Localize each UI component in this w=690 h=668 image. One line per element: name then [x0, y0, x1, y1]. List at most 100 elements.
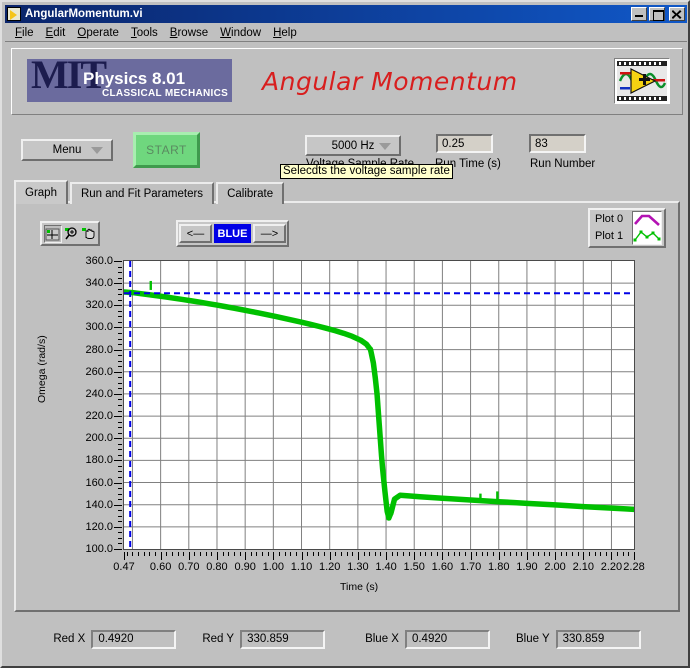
y-minor-tick	[118, 294, 122, 296]
x-minor-tick	[617, 552, 619, 556]
x-minor-tick	[324, 552, 326, 556]
y-tick-mark	[114, 261, 122, 262]
cursor-next-button[interactable]: —>	[253, 224, 286, 243]
blue-x-value[interactable]: 0.4920	[404, 629, 490, 649]
x-minor-tick	[318, 552, 320, 556]
y-tick-label: 180.0	[85, 454, 113, 467]
x-tick-label: 1.60	[431, 561, 454, 573]
y-minor-tick	[118, 399, 122, 401]
y-minor-tick	[118, 388, 122, 390]
x-tick-mark	[470, 552, 472, 560]
x-minor-tick	[369, 552, 371, 556]
run-time-value: 0.25	[442, 137, 465, 150]
menu-bar: FFileile Edit Operate Tools Browse Windo…	[5, 25, 687, 42]
y-tick-mark	[114, 327, 122, 329]
x-minor-tick	[290, 552, 292, 556]
x-axis: 0.47 0.60 0.70 0.80 0.90 1.00 1.10 1.20 1.30 1.40…	[40, 551, 658, 581]
red-x-value[interactable]: 0.4920	[91, 629, 177, 649]
x-minor-tick	[566, 552, 568, 556]
x-minor-tick	[250, 552, 252, 556]
red-y-value[interactable]: 330.859	[240, 629, 326, 649]
y-tick-mark	[114, 416, 122, 418]
y-minor-tick	[118, 355, 122, 357]
y-tick-label: 160.0	[85, 476, 113, 489]
x-minor-tick	[380, 552, 382, 556]
x-minor-tick	[628, 552, 630, 556]
plot-area[interactable]	[123, 260, 635, 550]
active-cursor-name[interactable]: BLUE	[214, 224, 251, 243]
menu-help[interactable]: Help	[267, 26, 303, 40]
maximize-button[interactable]	[649, 7, 665, 21]
tab-calibrate[interactable]: Calibrate	[216, 182, 285, 204]
cursor-prev-button[interactable]: <—	[179, 224, 212, 243]
x-minor-tick	[239, 552, 241, 556]
labview-logo-icon	[617, 61, 667, 101]
tab-run-and-fit-parameters[interactable]: Run and Fit Parameters	[69, 182, 215, 204]
x-minor-tick	[340, 552, 342, 556]
x-tick-label: 1.20	[318, 561, 341, 573]
y-tick-mark	[114, 526, 122, 528]
sample-rate-tooltip: Selecdts the voltage sample rate	[280, 164, 453, 179]
x-minor-tick	[166, 552, 168, 556]
x-minor-tick	[504, 552, 506, 556]
zoom-magnifier-icon[interactable]	[63, 225, 79, 243]
minimize-button[interactable]	[631, 7, 647, 21]
y-tick-mark	[114, 504, 122, 506]
x-minor-tick	[222, 552, 224, 556]
y-tick-mark	[114, 393, 122, 395]
menu-tools[interactable]: Tools	[125, 26, 164, 40]
y-tick-mark	[114, 305, 122, 307]
y-tick-mark	[114, 371, 122, 373]
menu-window[interactable]: Window	[214, 26, 267, 40]
x-minor-tick	[577, 552, 579, 556]
chevron-down-icon	[379, 142, 391, 150]
close-button[interactable]	[669, 7, 685, 21]
x-minor-tick	[510, 552, 512, 556]
x-minor-tick	[487, 552, 489, 556]
start-button[interactable]: START	[133, 132, 200, 168]
menu-browse[interactable]: Browse	[164, 26, 214, 40]
plot-legend-swatches	[632, 211, 662, 245]
vi-window: AngularMomentum.vi FFileile Edit Operate…	[0, 0, 690, 668]
sample-rate-value: 5000 Hz	[331, 139, 375, 152]
y-minor-tick	[118, 410, 122, 412]
window-buttons	[631, 7, 685, 21]
y-minor-tick	[118, 277, 122, 279]
x-tick-mark	[414, 552, 416, 560]
y-tick-label: 260.0	[85, 365, 113, 378]
x-minor-tick	[363, 552, 365, 556]
y-tick-label: 240.0	[85, 387, 113, 400]
x-tick-mark	[357, 552, 359, 560]
graph-tab-panel: <— BLUE —> Plot 0 Plot 1 Omega (rad/s) T…	[14, 201, 680, 612]
menu-operate[interactable]: Operate	[71, 26, 125, 40]
x-minor-tick	[295, 552, 297, 556]
y-tick-mark	[114, 283, 122, 285]
blue-y-value[interactable]: 330.859	[555, 629, 641, 649]
page-title: Angular Momentum	[262, 67, 518, 96]
y-minor-tick	[118, 360, 122, 362]
x-minor-tick	[335, 552, 337, 556]
x-minor-tick	[560, 552, 562, 556]
crosshair-cursor-icon[interactable]	[44, 224, 62, 243]
sample-rate-dropdown[interactable]: 5000 Hz	[305, 135, 401, 156]
run-time-input[interactable]: 0.25	[436, 134, 493, 153]
mit-physics-logo: MIT Physics 8.01 CLASSICAL MECHANICS	[27, 59, 232, 102]
y-minor-tick	[118, 377, 122, 379]
tab-strip: Graph Run and Fit Parameters Calibrate	[14, 180, 286, 204]
menu-dropdown[interactable]: Menu	[21, 139, 113, 161]
x-minor-tick	[543, 552, 545, 556]
y-minor-tick	[118, 532, 122, 534]
tab-graph[interactable]: Graph	[14, 180, 68, 204]
menu-edit[interactable]: Edit	[40, 26, 72, 40]
x-minor-tick	[397, 552, 399, 556]
menu-file[interactable]: FFileile	[9, 26, 40, 40]
pan-hand-icon[interactable]	[80, 225, 96, 243]
y-minor-tick	[118, 454, 122, 456]
run-number-input[interactable]: 83	[529, 134, 586, 153]
cursor-prev-label: <—	[186, 227, 205, 240]
x-minor-tick	[588, 552, 590, 556]
x-minor-tick	[205, 552, 207, 556]
x-minor-tick	[448, 552, 450, 556]
waveform-graph[interactable]: Omega (rad/s) Time (s) 360.0 340.0 320.0 30…	[36, 253, 658, 598]
plot-legend[interactable]: Plot 0 Plot 1	[588, 208, 666, 248]
